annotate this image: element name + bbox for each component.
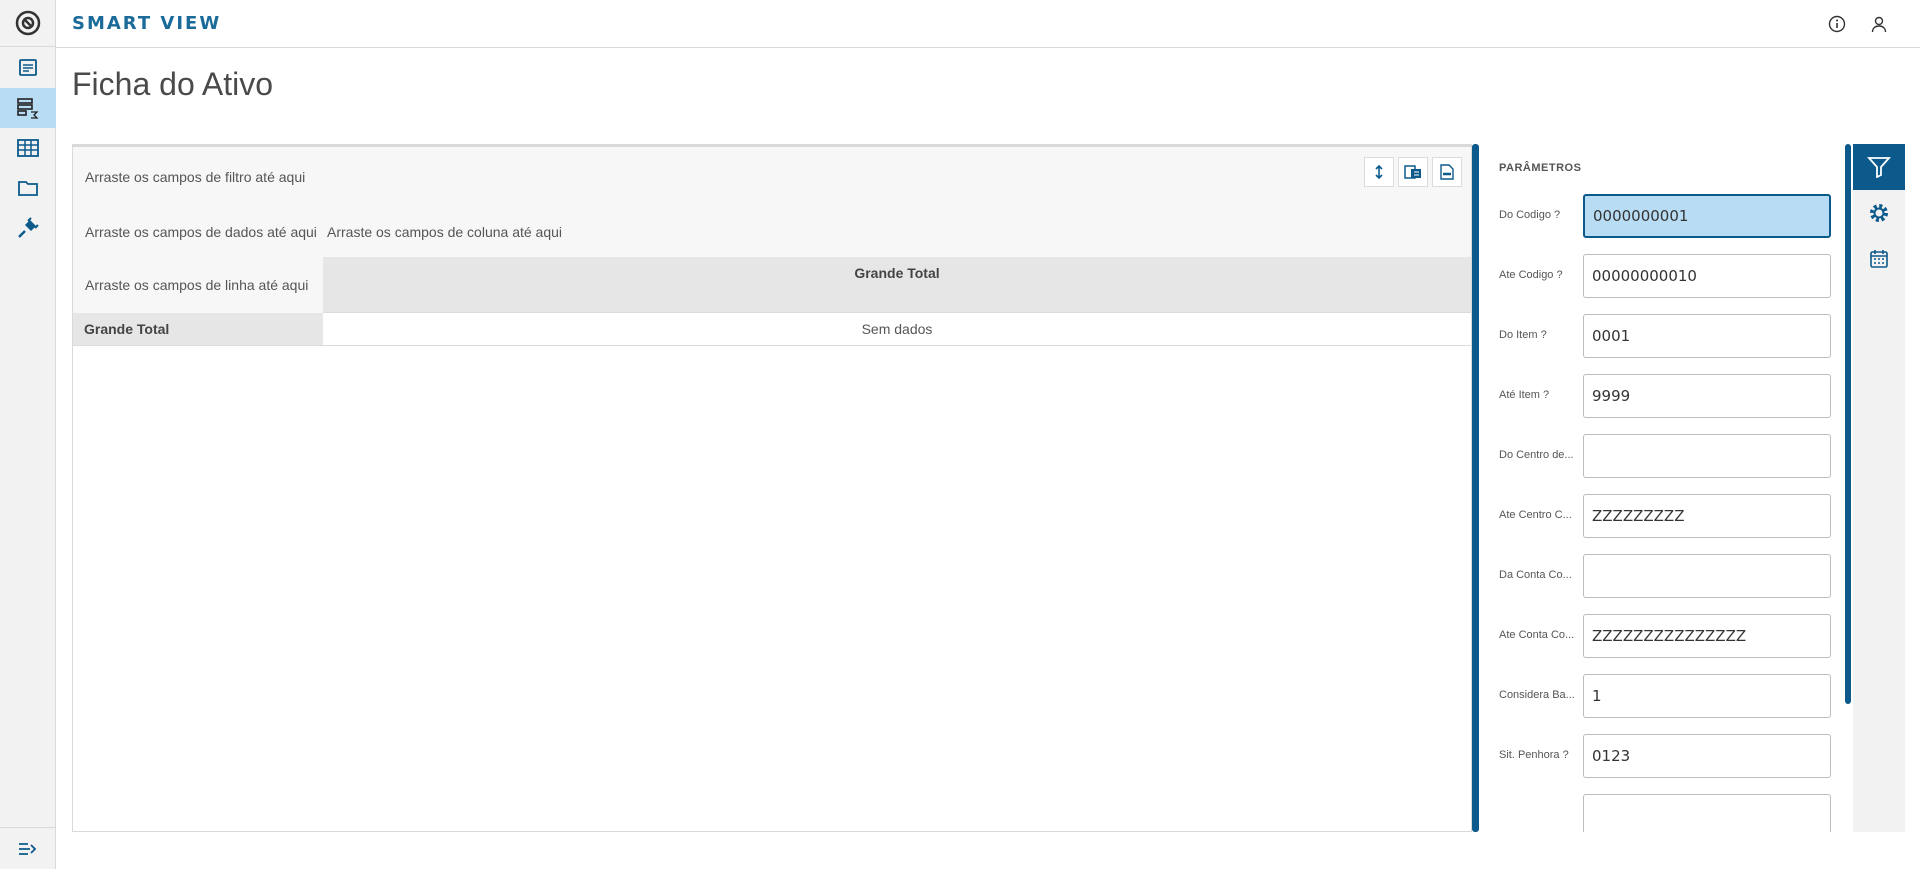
param-row: Ate Centro C... <box>1479 494 1845 538</box>
param-label: Da Conta Co... <box>1499 569 1572 581</box>
parameters-panel: PARÂMETROS Do Codigo ? Ate Codigo ? Do Ite… <box>1479 144 1845 832</box>
column-drop-zone[interactable]: Arraste os campos de coluna até aqui <box>327 224 562 240</box>
export-csv-button[interactable] <box>1432 157 1462 187</box>
vertical-arrows-icon <box>1375 164 1383 180</box>
param-input[interactable] <box>1583 374 1831 418</box>
param-input[interactable] <box>1583 554 1831 598</box>
pivot-header-zone: Arraste os campos de filtro até aqui Arr… <box>73 147 1471 257</box>
csv-icon <box>1440 164 1454 180</box>
left-sidebar <box>0 0 56 869</box>
param-label: Sit. Penhora ? <box>1499 749 1569 761</box>
report-icon <box>19 59 37 76</box>
right-toolbar <box>1853 144 1905 832</box>
schedule-button[interactable] <box>1853 236 1905 282</box>
export-icon <box>1404 165 1421 179</box>
plug-icon <box>18 217 39 238</box>
column-header-cell: Grande Total <box>323 257 1471 313</box>
param-label: Do Centro de... <box>1499 449 1574 461</box>
parameters-title: PARÂMETROS <box>1499 162 1582 174</box>
top-header: SMART VIEW <box>56 0 1920 48</box>
param-row: Do Centro de... <box>1479 434 1845 478</box>
row-total-cell: Grande Total <box>73 313 323 346</box>
data-cell: Sem dados <box>323 313 1471 346</box>
export-excel-button[interactable] <box>1398 157 1428 187</box>
calendar-icon <box>1870 250 1888 268</box>
filter-drop-zone[interactable]: Arraste os campos de filtro até aqui <box>85 169 305 185</box>
params-scrollbar[interactable] <box>1845 144 1851 704</box>
param-label: Ate Conta Co... <box>1499 629 1575 641</box>
params-panel-divider[interactable] <box>1472 144 1479 832</box>
param-row: Da Conta Co... <box>1479 554 1845 598</box>
param-label: Do Item ? <box>1499 329 1547 341</box>
row-drop-zone-label: Arraste os campos de linha até aqui <box>85 277 309 293</box>
app-title: SMART VIEW <box>72 13 222 34</box>
param-input[interactable] <box>1583 734 1831 778</box>
param-label: Ate Centro C... <box>1499 509 1572 521</box>
sidebar-item-folders[interactable] <box>0 168 56 208</box>
expand-collapse-button[interactable] <box>1364 157 1394 187</box>
param-row: Sit. Penhora ? <box>1479 734 1845 778</box>
param-input[interactable] <box>1583 434 1831 478</box>
sidebar-item-reports[interactable] <box>0 48 56 88</box>
info-icon <box>1828 15 1846 33</box>
info-button[interactable] <box>1826 13 1848 35</box>
param-input[interactable] <box>1583 674 1831 718</box>
param-row: Do Codigo ? <box>1479 194 1845 238</box>
table-icon <box>17 139 39 157</box>
user-profile-button[interactable] <box>1868 13 1890 35</box>
param-input[interactable] <box>1583 614 1831 658</box>
param-input[interactable] <box>1583 494 1831 538</box>
filter-icon <box>1867 157 1891 178</box>
user-icon <box>1871 16 1887 33</box>
param-input[interactable] <box>1583 254 1831 298</box>
folder-icon <box>18 181 38 196</box>
param-row: Ate Codigo ? <box>1479 254 1845 298</box>
sidebar-item-tables[interactable] <box>0 128 56 168</box>
expand-menu-icon <box>19 842 37 855</box>
page-title: Ficha do Ativo <box>72 66 273 102</box>
param-label: Até Item ? <box>1499 389 1550 401</box>
row-drop-zone[interactable]: Arraste os campos de linha até aqui <box>73 257 323 313</box>
param-row: Até Item ? <box>1479 374 1845 418</box>
param-row: Ate Conta Co... <box>1479 614 1845 658</box>
row-total-label: Grande Total <box>84 321 170 337</box>
param-row-partial <box>1479 794 1845 832</box>
param-input[interactable] <box>1583 794 1831 832</box>
param-input[interactable] <box>1583 194 1831 238</box>
sidebar-item-pivot[interactable] <box>0 88 56 128</box>
param-row: Considera Ba... <box>1479 674 1845 718</box>
param-label: Ate Codigo ? <box>1499 269 1563 281</box>
filter-button[interactable] <box>1853 144 1905 190</box>
param-row: Do Item ? <box>1479 314 1845 358</box>
expand-sidebar-button[interactable] <box>0 827 56 869</box>
param-label: Do Codigo ? <box>1499 209 1561 221</box>
pivot-table-icon <box>17 98 39 119</box>
param-label: Considera Ba... <box>1499 689 1575 701</box>
pivot-grid: Arraste os campos de filtro até aqui Arr… <box>72 144 1472 832</box>
column-header-label: Grande Total <box>854 265 940 281</box>
sidebar-item-plugins[interactable] <box>0 208 56 248</box>
empty-data-label: Sem dados <box>861 321 933 337</box>
param-input[interactable] <box>1583 314 1831 358</box>
settings-button[interactable] <box>1853 190 1905 236</box>
app-logo-icon[interactable] <box>0 0 56 47</box>
gear-icon <box>1870 204 1888 222</box>
data-drop-zone[interactable]: Arraste os campos de dados até aqui <box>85 224 317 240</box>
